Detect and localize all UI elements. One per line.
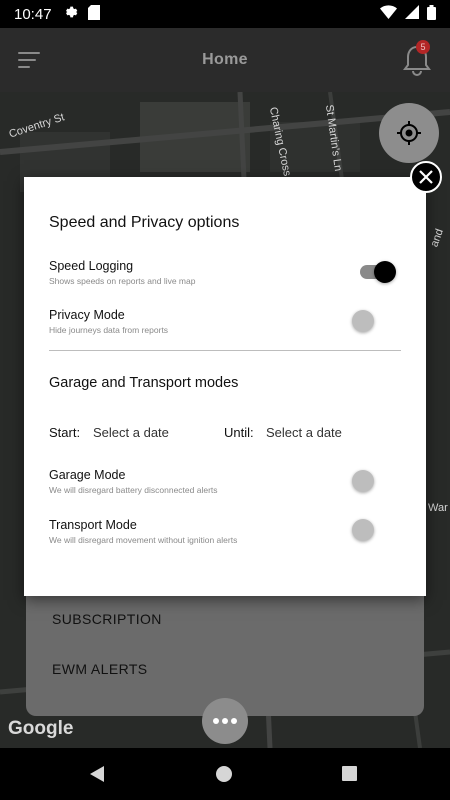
divider: [49, 350, 401, 351]
status-time: 10:47: [14, 5, 52, 23]
map-label: War: [428, 502, 448, 514]
start-label: Start:: [49, 425, 81, 440]
section-title-garage-transport: Garage and Transport modes: [49, 375, 239, 391]
page-title: Home: [202, 51, 248, 68]
locate-me-button[interactable]: [379, 103, 439, 163]
dot-icon: [213, 718, 219, 724]
privacy-mode-label: Privacy Mode: [49, 308, 125, 322]
garage-mode-description: We will disregard battery disconnected a…: [49, 485, 218, 495]
back-icon[interactable]: [90, 766, 104, 782]
settings-icon: [62, 4, 78, 24]
battery-icon: [427, 4, 436, 24]
toggle-knob: [352, 519, 374, 541]
crosshair-icon: [397, 121, 421, 145]
signal-icon: [405, 5, 419, 23]
garage-mode-toggle[interactable]: [350, 469, 390, 493]
until-date-picker[interactable]: Select a date: [266, 425, 342, 440]
recent-apps-icon[interactable]: [342, 766, 357, 781]
dot-icon: [222, 718, 228, 724]
speed-logging-label: Speed Logging: [49, 259, 134, 273]
toggle-knob: [374, 261, 396, 283]
toggle-knob: [352, 470, 374, 492]
status-bar: 10:47: [0, 0, 450, 28]
system-nav-bar: [0, 748, 450, 800]
dot-icon: [231, 718, 237, 724]
speed-privacy-dialog: Speed and Privacy options Speed Logging …: [24, 177, 426, 596]
transport-mode-toggle[interactable]: [350, 518, 390, 542]
app-header: Home 5: [0, 28, 450, 92]
menu-icon[interactable]: [18, 48, 44, 72]
sd-card-icon: [87, 4, 100, 24]
sheet-item-ewm-alerts[interactable]: EWM ALERTS: [52, 661, 148, 677]
garage-mode-label: Garage Mode: [49, 468, 126, 482]
privacy-mode-description: Hide journeys data from reports: [49, 325, 169, 335]
home-icon[interactable]: [216, 766, 232, 782]
more-options-button[interactable]: [202, 698, 248, 744]
sheet-item-subscription[interactable]: SUBSCRIPTION: [52, 611, 162, 627]
speed-logging-description: Shows speeds on reports and live map: [49, 276, 196, 286]
toggle-knob: [352, 310, 374, 332]
speed-logging-toggle[interactable]: [360, 260, 400, 284]
notifications-button[interactable]: 5: [400, 40, 434, 76]
until-label: Until:: [224, 425, 254, 440]
notification-badge: 5: [416, 40, 430, 54]
wifi-icon: [380, 5, 397, 23]
close-icon: [419, 170, 433, 184]
start-date-picker[interactable]: Select a date: [93, 425, 169, 440]
section-title-speed-privacy: Speed and Privacy options: [49, 214, 240, 231]
close-dialog-button[interactable]: [410, 161, 442, 193]
transport-mode-label: Transport Mode: [49, 518, 137, 532]
google-logo: Google: [8, 718, 74, 739]
transport-mode-description: We will disregard movement without ignit…: [49, 535, 238, 545]
privacy-mode-toggle[interactable]: [350, 309, 390, 333]
